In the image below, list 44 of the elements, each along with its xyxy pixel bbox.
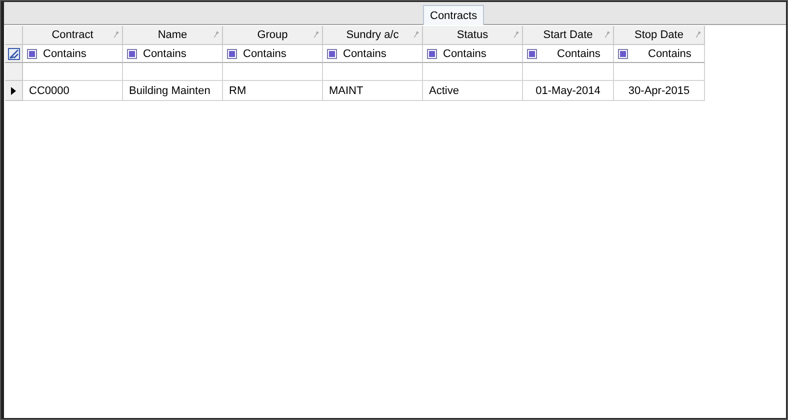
column-header[interactable]: Name (123, 26, 223, 45)
pin-icon[interactable] (113, 31, 119, 38)
filter-clear-icon[interactable] (8, 48, 20, 60)
filter-operator-icon[interactable] (527, 48, 537, 58)
table-cell: Active (423, 81, 523, 101)
column-header[interactable]: Stop Date (614, 26, 705, 45)
pin-icon[interactable] (413, 31, 419, 38)
column-header[interactable]: Start Date (523, 26, 614, 45)
pin-icon[interactable] (513, 31, 519, 38)
filter-operator[interactable]: Contains (43, 48, 86, 60)
filter-operator[interactable]: Contains (243, 48, 286, 60)
table-cell: 30-Apr-2015 (614, 81, 705, 101)
filter-operator[interactable]: Contains (443, 48, 486, 60)
table-cell: 01-May-2014 (523, 81, 614, 101)
table-cell: RM (223, 81, 323, 101)
filter-field[interactable] (523, 63, 614, 81)
table-cell: CC0000 (23, 81, 123, 101)
table-cell: MAINT (323, 81, 423, 101)
filter-operator[interactable]: Contains (143, 48, 186, 60)
pin-icon[interactable] (695, 31, 701, 38)
pin-icon[interactable] (213, 31, 219, 38)
filter-operator-icon[interactable] (427, 48, 437, 58)
filter-operator-icon[interactable] (227, 48, 237, 58)
filter-operator-icon[interactable] (127, 48, 137, 58)
filter-field[interactable] (23, 63, 123, 81)
filter-field[interactable] (123, 63, 223, 81)
filter-field[interactable] (323, 63, 423, 81)
table-cell: Building Mainten (123, 81, 223, 101)
filter-operator[interactable]: Contains (343, 48, 386, 60)
filter-operator-icon[interactable] (327, 48, 337, 58)
filter-field[interactable] (614, 63, 705, 81)
column-header[interactable]: Contract (23, 26, 123, 45)
tab[interactable]: Contracts (423, 5, 484, 25)
column-header[interactable]: Group (223, 26, 323, 45)
filter-operator[interactable]: Contains (648, 48, 692, 60)
filter-operator[interactable]: Contains (557, 48, 600, 60)
filter-operator-icon[interactable] (618, 48, 628, 58)
column-header[interactable]: Sundry a/c (323, 26, 423, 45)
filter-field[interactable] (223, 63, 323, 81)
filter-field[interactable] (423, 63, 523, 81)
pin-icon[interactable] (313, 31, 319, 38)
column-header[interactable]: Status (423, 26, 523, 45)
filter-operator-icon[interactable] (27, 48, 37, 58)
pin-icon[interactable] (604, 31, 610, 38)
